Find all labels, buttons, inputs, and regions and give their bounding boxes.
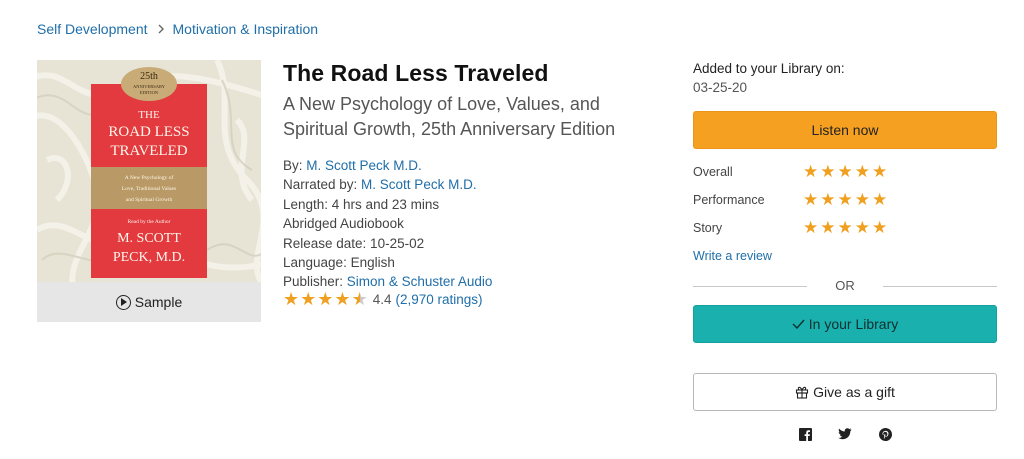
- cover-badge-line-1: 25th: [140, 71, 158, 82]
- cover-tagline-line-2: Love, Traditional Values: [122, 186, 176, 192]
- star-icon[interactable]: ★: [820, 191, 835, 209]
- rating-value: 4.4: [372, 291, 392, 307]
- narrator-label: Narrated by:: [283, 177, 362, 193]
- added-to-library-date: 03-25-20: [693, 80, 748, 95]
- star-icon[interactable]: ★: [838, 219, 853, 237]
- cover-title-line-3: TRAVELED: [110, 143, 187, 159]
- star-icon[interactable]: ★: [855, 219, 870, 237]
- publisher-label: Publisher:: [283, 274, 347, 290]
- narrator-link[interactable]: M. Scott Peck M.D.: [361, 177, 477, 192]
- divider-line: [883, 286, 997, 287]
- star-icon[interactable]: ★: [803, 163, 818, 181]
- in-your-library-label: In your Library: [808, 316, 899, 332]
- half-star-icon: ★: [351, 289, 368, 309]
- breadcrumb-motivation-inspiration[interactable]: Motivation & Inspiration: [173, 21, 319, 37]
- star-icon: ★: [317, 289, 334, 309]
- language-text: Language: English: [283, 254, 395, 270]
- star-icon: ★: [300, 289, 317, 309]
- sample-label: Sample: [134, 294, 183, 310]
- cover-author-line-2: PECK, M.D.: [113, 250, 185, 265]
- checkmark-icon: [792, 316, 805, 332]
- pinterest-icon[interactable]: [878, 427, 892, 441]
- star-icon[interactable]: ★: [838, 163, 853, 181]
- release-date-text: Release date: 10-25-02: [283, 235, 425, 251]
- breadcrumb-self-development[interactable]: Self Development: [37, 21, 148, 37]
- star-icon[interactable]: ★: [820, 219, 835, 237]
- author-link[interactable]: M. Scott Peck M.D.: [306, 158, 422, 173]
- publisher-link[interactable]: Simon & Schuster Audio: [347, 274, 493, 289]
- star-icon[interactable]: ★: [820, 163, 835, 181]
- cover-image[interactable]: 25th ANNIVERSARY EDITION THE ROAD LESS T…: [37, 60, 261, 282]
- play-icon: [115, 294, 131, 310]
- book-cover: 25th ANNIVERSARY EDITION THE ROAD LESS T…: [37, 60, 261, 322]
- star-icon[interactable]: ★: [855, 163, 870, 181]
- book-subtitle: A New Psychology of Love, Values, and Sp…: [283, 94, 616, 139]
- give-as-gift-button[interactable]: Give as a gift: [693, 373, 997, 411]
- rating-performance: Performance ★ ★ ★ ★ ★: [693, 191, 889, 209]
- in-your-library-button[interactable]: In your Library: [693, 305, 997, 343]
- rating-overall: Overall ★ ★ ★ ★ ★: [693, 163, 889, 181]
- gift-icon: [795, 385, 809, 399]
- book-details: By: M. Scott Peck M.D. Narrated by: M. S…: [283, 156, 492, 292]
- rating-count-link[interactable]: (2,970 ratings): [395, 292, 482, 307]
- social-share: [798, 427, 892, 441]
- rating-performance-label: Performance: [693, 193, 765, 207]
- give-as-gift-label: Give as a gift: [813, 384, 895, 400]
- rating-story-stars[interactable]: ★ ★ ★ ★ ★: [803, 219, 889, 237]
- listen-now-button[interactable]: Listen now: [693, 111, 997, 149]
- star-icon[interactable]: ★: [872, 191, 887, 209]
- book-title: The Road Less Traveled: [283, 60, 549, 86]
- star-icon[interactable]: ★: [803, 191, 818, 209]
- rating-story-label: Story: [693, 221, 723, 235]
- star-icon[interactable]: ★: [803, 219, 818, 237]
- breadcrumb: Self Development Motivation & Inspiratio…: [37, 21, 318, 37]
- cover-title-line-2: ROAD LESS: [108, 124, 189, 140]
- format-text: Abridged Audiobook: [283, 216, 404, 232]
- rating-story: Story ★ ★ ★ ★ ★: [693, 219, 889, 237]
- rating-stars: ★ ★ ★ ★ ★: [283, 290, 369, 308]
- star-icon[interactable]: ★: [872, 163, 887, 181]
- cover-badge-line-2: ANNIVERSARY: [133, 84, 166, 89]
- star-icon[interactable]: ★: [855, 191, 870, 209]
- or-divider: OR: [693, 277, 997, 293]
- cover-author-line-1: M. SCOTT: [117, 231, 181, 246]
- facebook-icon[interactable]: [798, 427, 812, 441]
- length-text: Length: 4 hrs and 23 mins: [283, 196, 440, 212]
- star-icon[interactable]: ★: [872, 219, 887, 237]
- rating-performance-stars[interactable]: ★ ★ ★ ★ ★: [803, 191, 889, 209]
- book-rating: ★ ★ ★ ★ ★ 4.4 (2,970 ratings): [283, 290, 483, 308]
- narrator-row: Narrated by: M. Scott Peck M.D.: [283, 175, 492, 194]
- star-icon: ★: [283, 289, 300, 309]
- cover-read-by: Read by the Author: [128, 219, 171, 225]
- sample-button[interactable]: Sample: [37, 282, 261, 322]
- chevron-right-icon: [158, 24, 165, 34]
- author-label: By:: [283, 158, 307, 173]
- write-review-link[interactable]: Write a review: [693, 249, 772, 263]
- author-row: By: M. Scott Peck M.D.: [283, 156, 492, 175]
- added-to-library-label: Added to your Library on:: [693, 61, 845, 76]
- star-icon: ★: [334, 289, 351, 309]
- rating-overall-label: Overall: [693, 165, 733, 179]
- star-icon[interactable]: ★: [838, 191, 853, 209]
- cover-badge-line-3: EDITION: [140, 90, 159, 95]
- listen-now-label: Listen now: [811, 122, 879, 138]
- cover-title-line-1: THE: [138, 109, 160, 121]
- rating-overall-stars[interactable]: ★ ★ ★ ★ ★: [803, 163, 889, 181]
- cover-tagline-line-1: A New Psychology of: [125, 174, 174, 181]
- twitter-icon[interactable]: [838, 427, 852, 441]
- cover-tagline-line-3: and Spiritual Growth: [126, 197, 173, 203]
